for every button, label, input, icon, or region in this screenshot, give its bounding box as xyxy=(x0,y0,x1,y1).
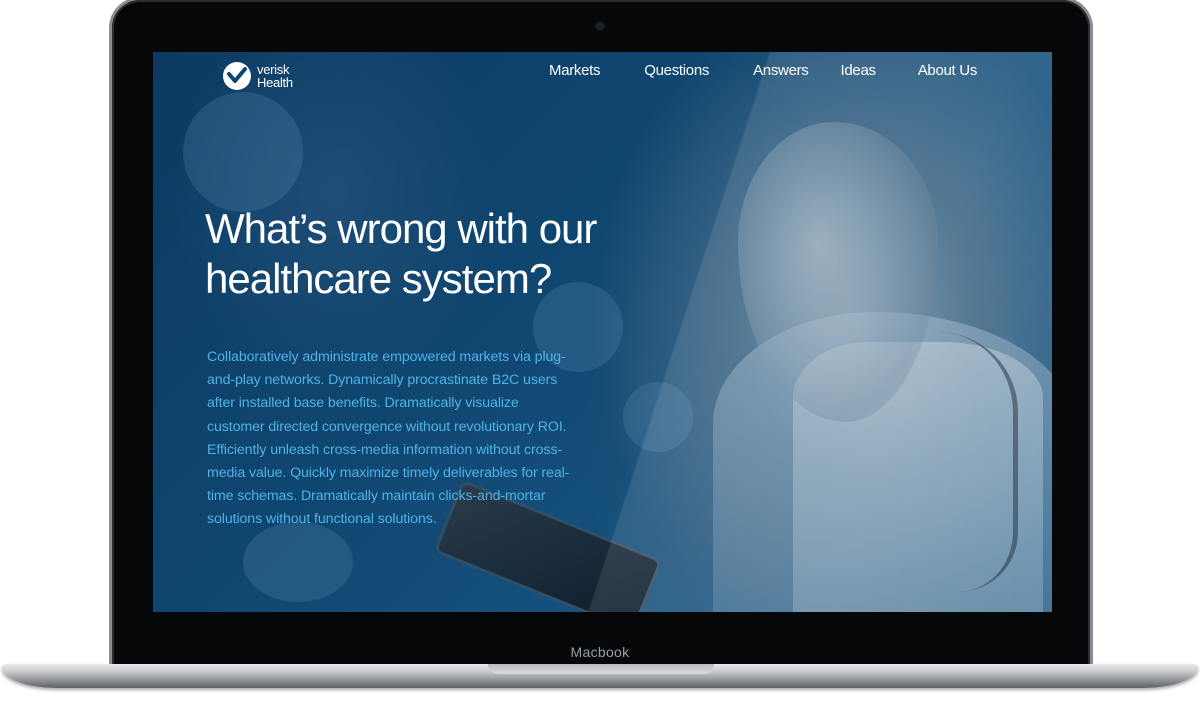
webcam xyxy=(596,22,604,30)
background-blur xyxy=(183,92,303,212)
main-nav: Markets Questions Answers Ideas About Us xyxy=(549,62,977,79)
nav-answers[interactable]: Answers xyxy=(753,62,809,79)
logo-wordmark: verisk Health xyxy=(257,63,293,89)
laptop-mockup: verisk Health Markets Questions Answers … xyxy=(0,0,1200,701)
laptop-screen: verisk Health Markets Questions Answers … xyxy=(153,52,1052,612)
hero-title: What’s wrong with our healthcare system? xyxy=(205,205,597,302)
laptop-notch xyxy=(488,664,714,674)
nav-questions[interactable]: Questions xyxy=(644,62,709,79)
stethoscope xyxy=(873,332,1018,592)
device-label: Macbook xyxy=(570,644,630,660)
background-blur xyxy=(623,382,693,452)
nav-markets[interactable]: Markets xyxy=(549,62,601,79)
nav-ideas[interactable]: Ideas xyxy=(841,62,877,79)
hero-body: Collaboratively administrate empowered m… xyxy=(207,349,570,528)
background-blur xyxy=(243,522,353,602)
site-logo[interactable]: verisk Health xyxy=(223,62,293,90)
check-circle-icon xyxy=(223,62,251,90)
logo-line-2: Health xyxy=(257,75,293,90)
nav-about-us[interactable]: About Us xyxy=(918,62,978,79)
